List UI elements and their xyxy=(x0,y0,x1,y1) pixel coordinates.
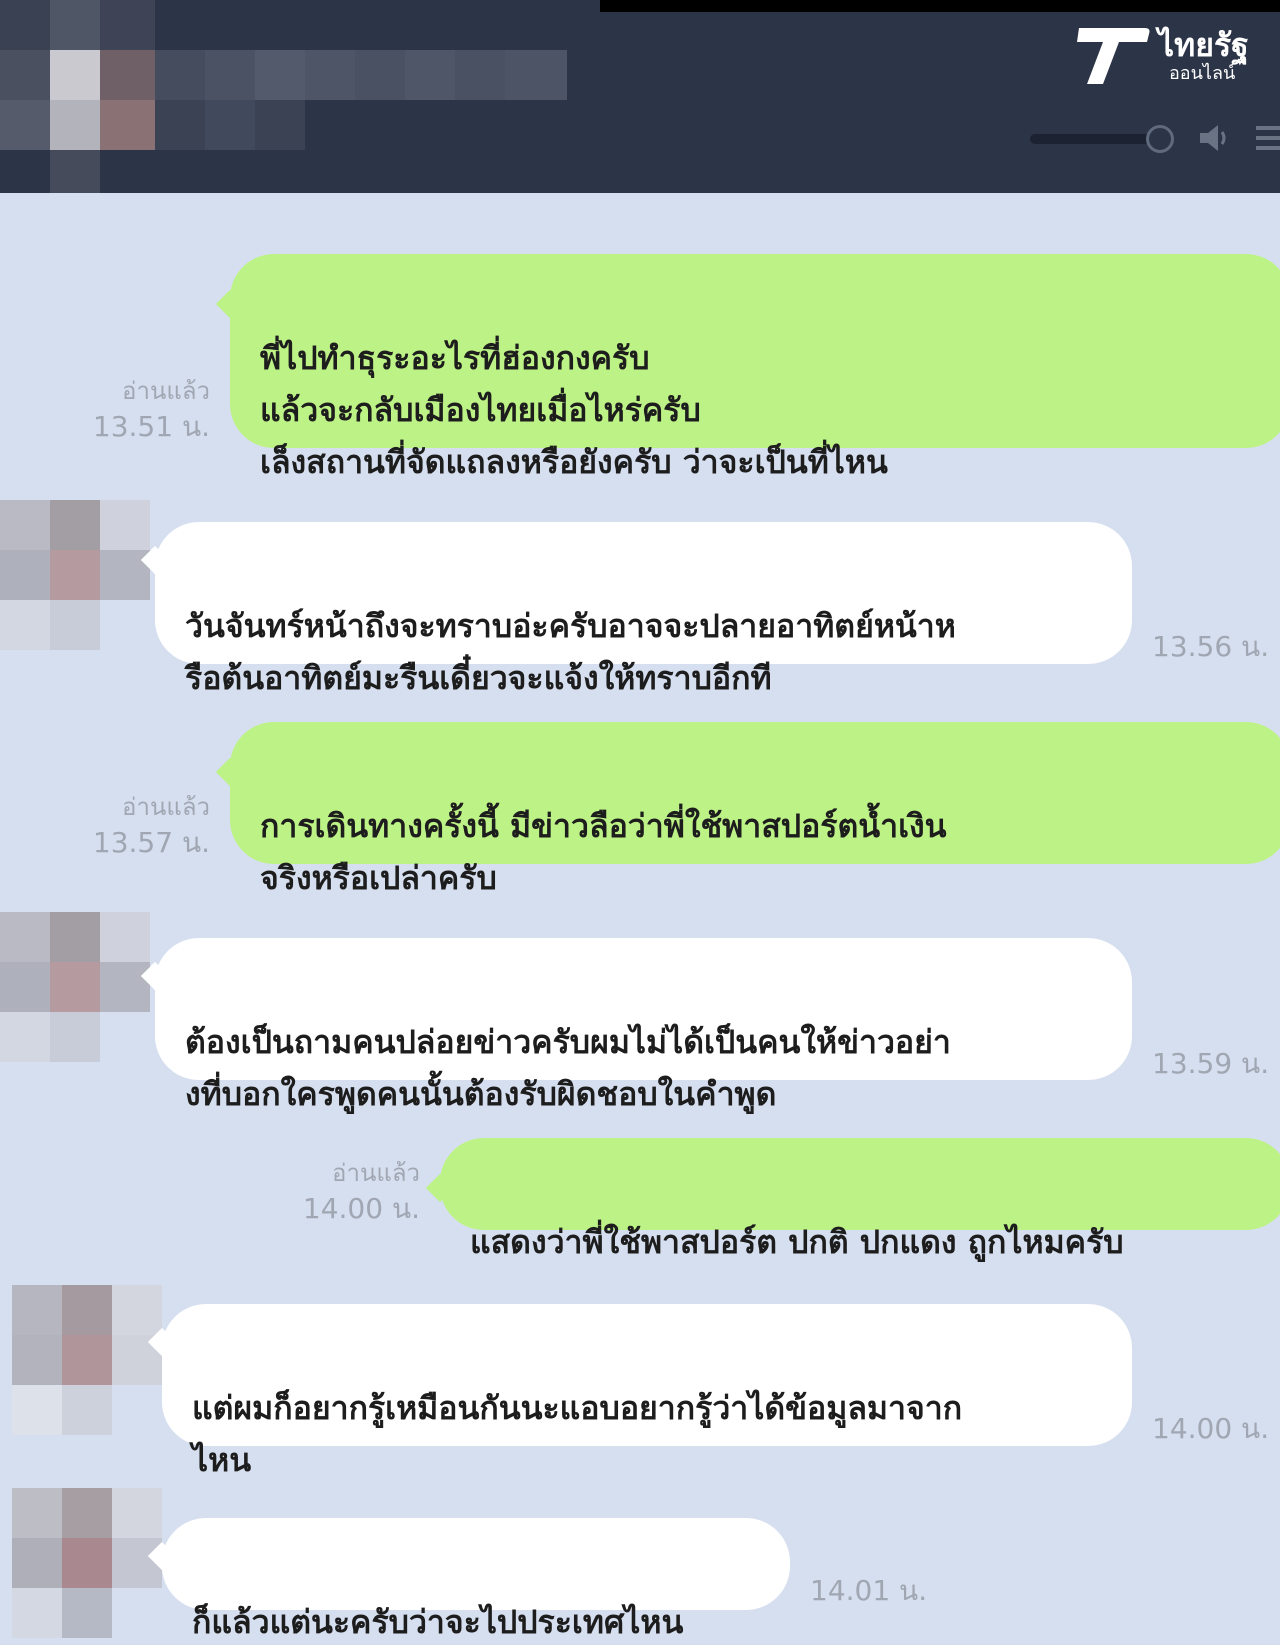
read-receipt: อ่านแล้ว xyxy=(122,793,210,821)
incoming-message[interactable]: ต้องเป็นถามคนปล่อยข่าวครับผมไม่ได้เป็นคน… xyxy=(155,938,1132,1113)
message-time: 14.00 น. xyxy=(1152,1412,1270,1445)
menu-icon[interactable] xyxy=(1256,126,1280,152)
incoming-message[interactable]: แต่ผมก็อยากรู้เหมือนกันนะแอบอยากรู้ว่าได… xyxy=(162,1304,1132,1479)
message-text: พี่ไปทำธุระอะไรที่ฮ่องกงครับ แล้วจะกลับเ… xyxy=(260,339,888,481)
read-receipt: อ่านแล้ว xyxy=(122,377,210,405)
message-text: การเดินทางครั้งนี้ มีข่าวลือว่าพี่ใช้พาส… xyxy=(260,807,947,897)
incoming-message[interactable]: วันจันทร์หน้าถึงจะทราบอ่ะครับอาจจะปลายอา… xyxy=(155,522,1132,697)
message-time: 13.57 น. xyxy=(92,826,210,859)
message-time: 14.00 น. xyxy=(302,1192,420,1225)
incoming-message[interactable]: ก็แล้วแต่นะครับว่าจะไปประเทศไหน xyxy=(162,1518,790,1641)
avatar[interactable] xyxy=(12,1285,162,1435)
volume-slider-track[interactable] xyxy=(1030,134,1160,144)
message-time: 14.01 น. xyxy=(810,1574,928,1607)
message-text: ต้องเป็นถามคนปล่อยข่าวครับผมไม่ได้เป็นคน… xyxy=(185,1023,951,1113)
header-top-strip xyxy=(600,0,1280,12)
message-meta: อ่านแล้ว 14.00 น. xyxy=(270,1156,420,1228)
outgoing-message[interactable]: พี่ไปทำธุระอะไรที่ฮ่องกงครับ แล้วจะกลับเ… xyxy=(230,254,1280,481)
message-time: 13.56 น. xyxy=(1152,630,1270,663)
message-text: วันจันทร์หน้าถึงจะทราบอ่ะครับอาจจะปลายอา… xyxy=(185,607,956,697)
message-text: แสดงว่าพี่ใช้พาสปอร์ต ปกติ ปกแดง ถูกไหมค… xyxy=(470,1223,1124,1261)
outgoing-message[interactable]: การเดินทางครั้งนี้ มีข่าวลือว่าพี่ใช้พาส… xyxy=(230,722,1280,897)
avatar[interactable] xyxy=(0,912,150,1062)
message-time: 13.51 น. xyxy=(92,410,210,443)
logo-subtext: ออนไลน์ xyxy=(1169,63,1236,84)
message-meta: อ่านแล้ว 13.57 น. xyxy=(60,790,210,862)
thairath-logo: ไทยรัฐ ออนไลน์ xyxy=(1073,20,1258,95)
thairath-logo-icon xyxy=(1077,28,1150,84)
volume-slider-knob[interactable] xyxy=(1146,125,1174,153)
logo-text: ไทยรัฐ xyxy=(1158,26,1249,64)
message-text: แต่ผมก็อยากรู้เหมือนกันนะแอบอยากรู้ว่าได… xyxy=(192,1389,963,1479)
outgoing-message[interactable]: แสดงว่าพี่ใช้พาสปอร์ต ปกติ ปกแดง ถูกไหมค… xyxy=(440,1138,1280,1261)
chat-header: ไทยรัฐ ออนไลน์ xyxy=(0,0,1280,193)
read-receipt: อ่านแล้ว xyxy=(332,1159,420,1187)
speaker-icon[interactable] xyxy=(1198,122,1232,154)
message-meta: อ่านแล้ว 13.51 น. xyxy=(60,374,210,446)
message-text: ก็แล้วแต่นะครับว่าจะไปประเทศไหน xyxy=(192,1603,684,1641)
avatar[interactable] xyxy=(0,500,150,650)
avatar[interactable] xyxy=(12,1488,162,1638)
message-time: 13.59 น. xyxy=(1152,1047,1270,1080)
